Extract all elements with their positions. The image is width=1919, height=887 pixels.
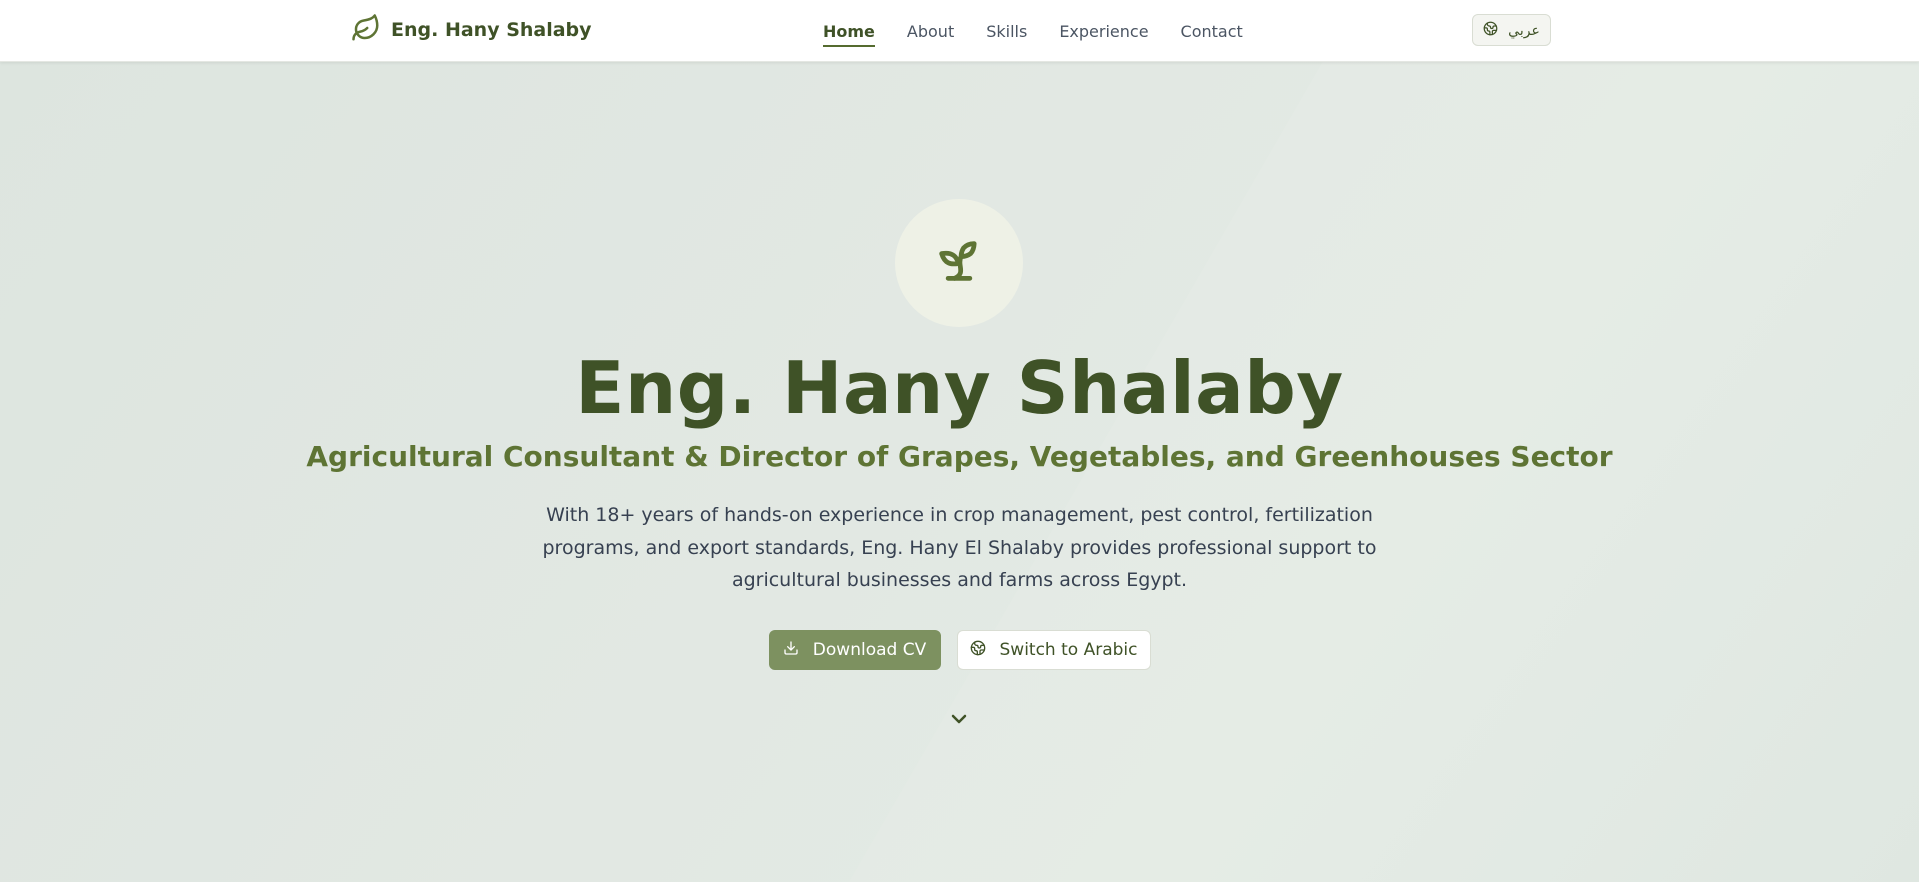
switch-to-arabic-button[interactable]: Switch to Arabic bbox=[956, 630, 1151, 670]
leaf-icon bbox=[351, 13, 381, 47]
download-cv-label: Download CV bbox=[812, 640, 927, 660]
hero-description: With 18+ years of hands-on experience in… bbox=[542, 504, 1377, 591]
chevron-down-icon bbox=[947, 707, 971, 735]
language-toggle-label: عربي bbox=[1508, 21, 1540, 38]
hero-title: Eng. Hany Shalaby bbox=[575, 346, 1344, 430]
page-bottom-edge bbox=[0, 882, 1919, 887]
scroll-down-button[interactable] bbox=[946, 708, 972, 734]
sprout-icon bbox=[933, 235, 985, 291]
nav-link-about[interactable]: About bbox=[907, 14, 954, 49]
download-icon bbox=[783, 640, 799, 661]
language-toggle-button[interactable]: عربي bbox=[1472, 14, 1551, 46]
download-cv-button[interactable]: Download CV bbox=[768, 630, 941, 670]
brand-logo-link[interactable]: Eng. Hany Shalaby bbox=[351, 14, 592, 46]
hero-cta-row: Download CV Switch to Arabic bbox=[0, 630, 1919, 670]
globe-icon bbox=[1483, 21, 1498, 39]
hero-icon-circle bbox=[895, 199, 1023, 327]
hero-section: Eng. Hany Shalaby Agricultural Consultan… bbox=[0, 62, 1919, 882]
navbar: Eng. Hany Shalaby Home About Skills Expe… bbox=[0, 0, 1919, 62]
nav-link-contact[interactable]: Contact bbox=[1181, 14, 1243, 49]
main-nav: Home About Skills Experience Contact bbox=[823, 0, 1243, 62]
nav-link-home[interactable]: Home bbox=[823, 14, 875, 49]
brand-name: Eng. Hany Shalaby bbox=[391, 19, 592, 41]
globe-icon bbox=[970, 640, 986, 661]
switch-to-arabic-label: Switch to Arabic bbox=[999, 640, 1138, 660]
hero-subtitle: Agricultural Consultant & Director of Gr… bbox=[306, 440, 1613, 473]
nav-link-skills[interactable]: Skills bbox=[986, 14, 1027, 49]
nav-link-experience[interactable]: Experience bbox=[1059, 14, 1148, 49]
